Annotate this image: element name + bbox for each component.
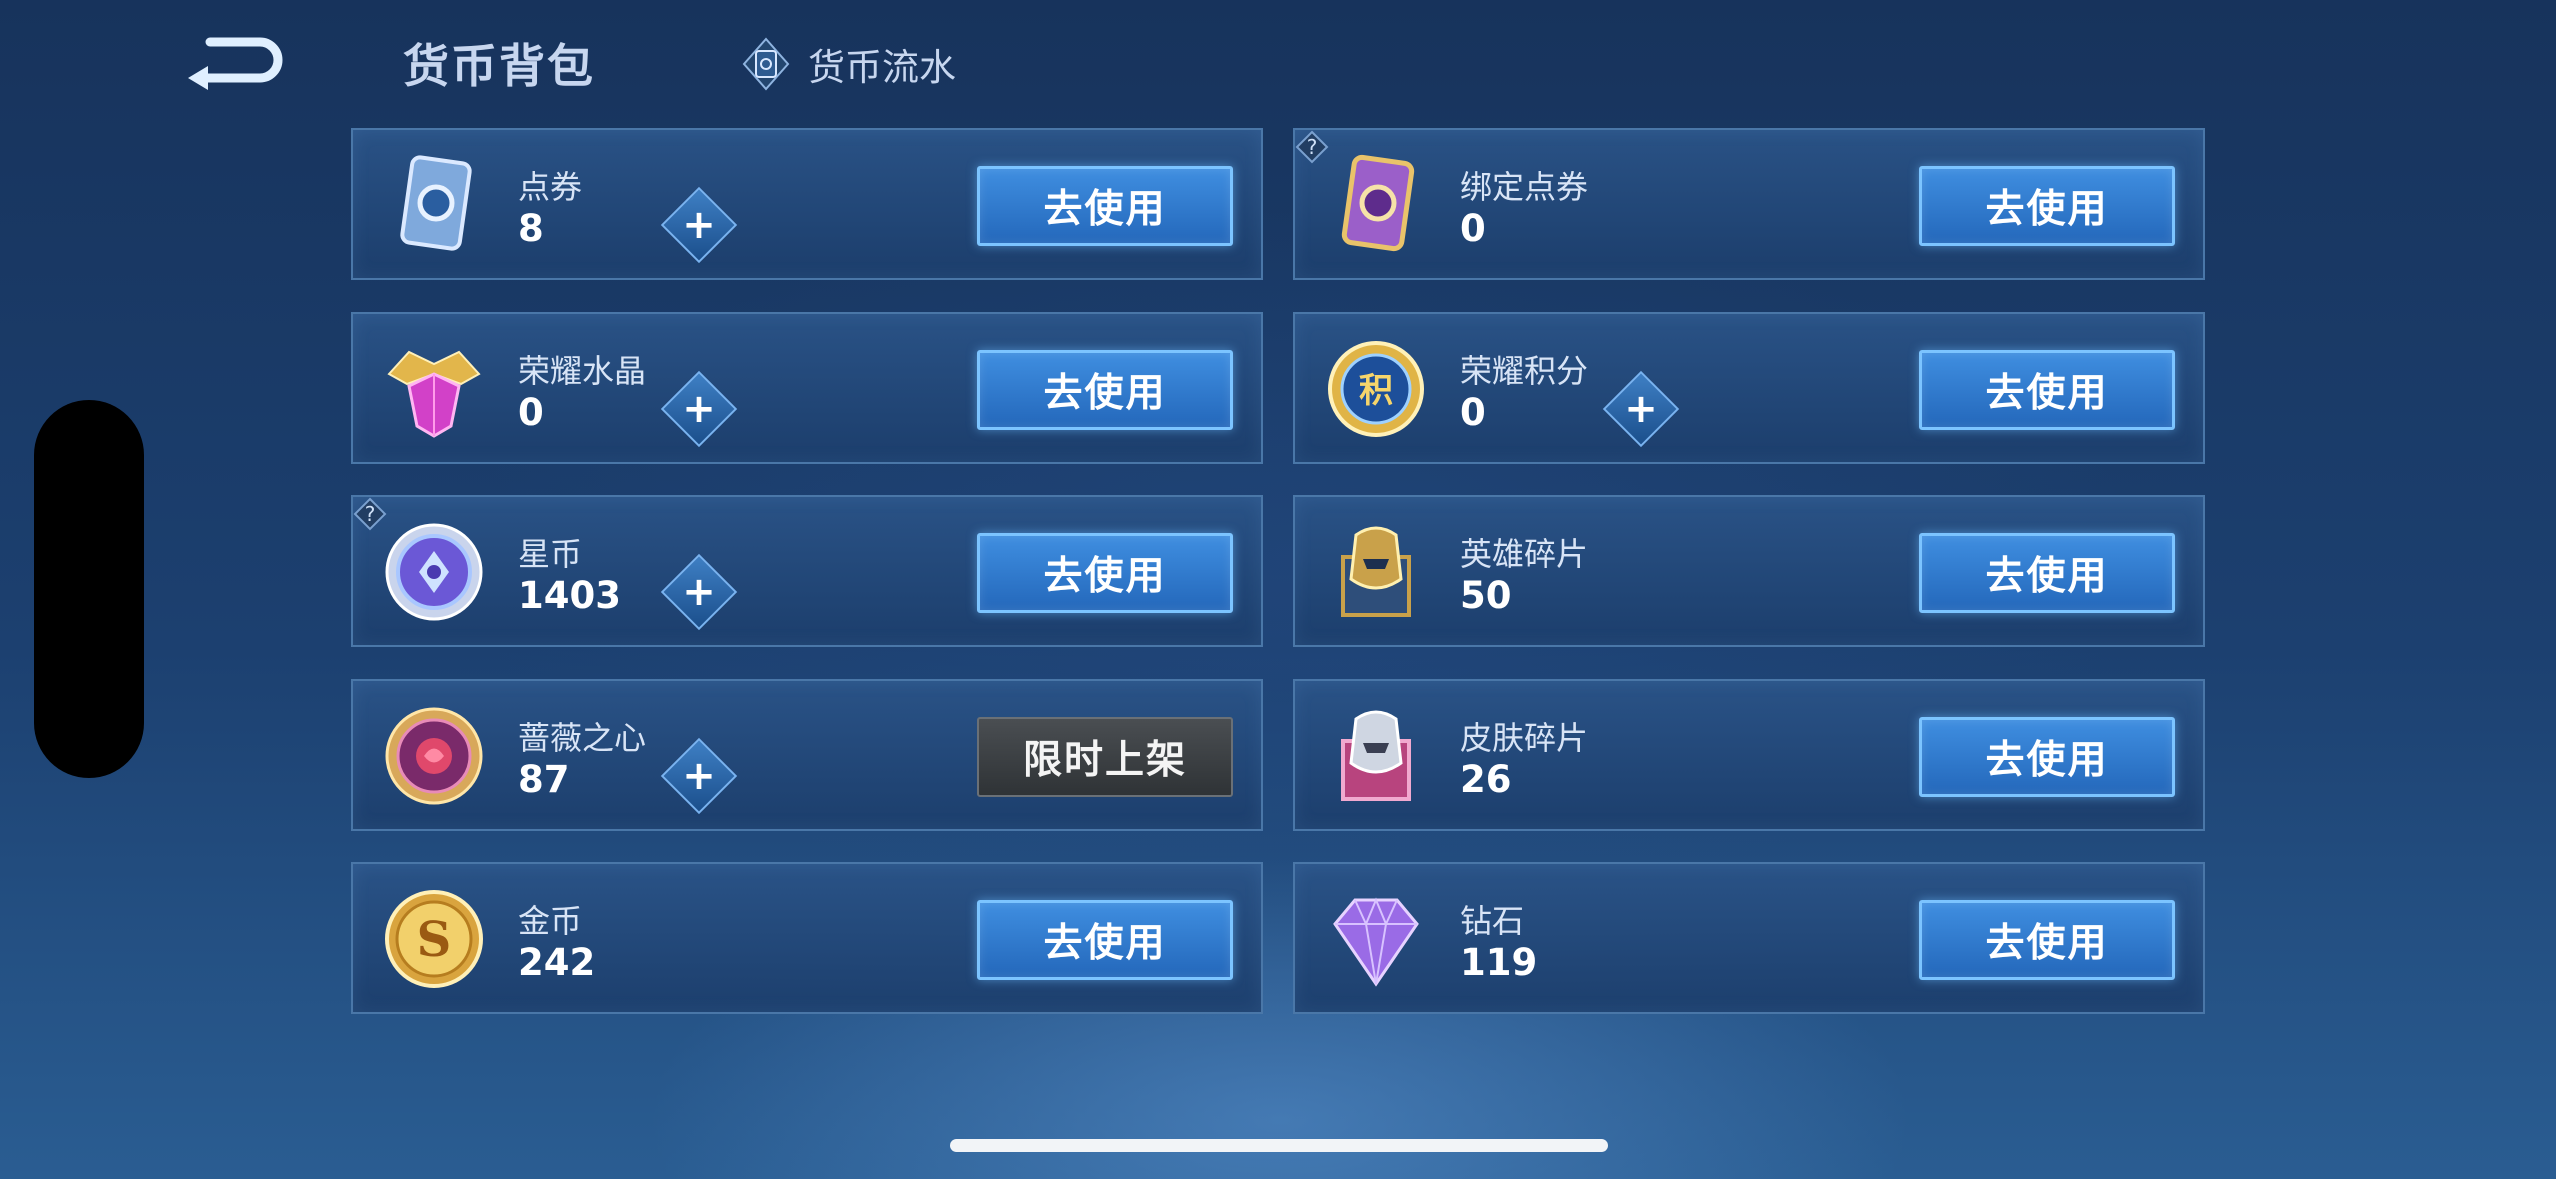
svg-text:S: S (417, 912, 452, 968)
currency-amount: 0 (518, 391, 544, 434)
currency-amount: 0 (1460, 391, 1486, 434)
tab-label: 货币流水 (808, 46, 956, 89)
currency-name: 荣耀积分 (1460, 352, 1589, 390)
currency-name: 英雄碎片 (1460, 535, 1589, 573)
currency-name: 钻石 (1460, 902, 1525, 940)
home-indicator[interactable] (950, 1139, 1608, 1152)
plus-icon[interactable]: + (660, 186, 738, 264)
currency-card-gold-coin: S 金币 242 去使用 (351, 862, 1263, 1014)
plus-icon[interactable]: + (660, 553, 738, 631)
camera-cutout (34, 400, 144, 778)
currency-name: 皮肤碎片 (1460, 719, 1589, 757)
tab-currency-flow[interactable]: 货币流水 (742, 36, 956, 92)
use-button[interactable]: 去使用 (977, 166, 1233, 246)
currency-amount: 242 (518, 941, 596, 984)
use-button[interactable]: 去使用 (1919, 533, 2175, 613)
currency-amount: 119 (1460, 941, 1538, 984)
currency-card-bound-coupon: ? 绑定点券 0 去使用 (1293, 128, 2205, 280)
currency-amount: 87 (518, 758, 570, 801)
svg-text:?: ? (365, 502, 376, 526)
use-button[interactable]: 去使用 (1919, 350, 2175, 430)
currency-name: 绑定点券 (1460, 168, 1589, 206)
currency-card-glory-points: 积 荣耀积分 0 + 去使用 (1293, 312, 2205, 464)
limited-time-button[interactable]: 限时上架 (977, 717, 1233, 797)
currency-name: 点券 (518, 168, 583, 206)
use-button[interactable]: 去使用 (1919, 166, 2175, 246)
currency-amount: 26 (1460, 758, 1512, 801)
currency-card-glory-crystal: 荣耀水晶 0 + 去使用 (351, 312, 1263, 464)
bound-coupon-icon (1341, 154, 1415, 252)
currency-amount: 0 (1460, 207, 1486, 250)
rose-heart-icon (385, 707, 483, 805)
currency-name: 荣耀水晶 (518, 352, 647, 390)
svg-text:?: ? (1307, 135, 1318, 159)
skin-shard-icon (1341, 710, 1411, 801)
use-button[interactable]: 去使用 (977, 533, 1233, 613)
page-title: 货币背包 (403, 39, 595, 93)
plus-icon[interactable]: + (660, 370, 738, 448)
currency-card-hero-shard: 英雄碎片 50 去使用 (1293, 495, 2205, 647)
svg-text:积: 积 (1359, 371, 1393, 411)
use-button[interactable]: 去使用 (1919, 900, 2175, 980)
use-button[interactable]: 去使用 (977, 900, 1233, 980)
star-coin-icon (385, 523, 483, 621)
use-button[interactable]: 去使用 (977, 350, 1233, 430)
currency-amount: 8 (518, 207, 544, 250)
currency-card-star-coin: ? 星币 1403 + 去使用 (351, 495, 1263, 647)
currency-card-diamond: 钻石 119 去使用 (1293, 862, 2205, 1014)
plus-icon[interactable]: + (1602, 370, 1680, 448)
currency-card-coupon: 点券 8 + 去使用 (351, 128, 1263, 280)
diamond-icon (1333, 897, 1419, 987)
coupon-icon (400, 155, 472, 251)
currency-name: 星币 (518, 535, 583, 573)
hero-shard-icon (1341, 526, 1411, 617)
ticket-icon (742, 37, 790, 91)
back-arrow-icon[interactable] (180, 28, 288, 94)
gold-coin-icon: S (385, 890, 483, 988)
currency-name: 蔷薇之心 (518, 719, 647, 757)
use-button[interactable]: 去使用 (1919, 717, 2175, 797)
currency-amount: 1403 (518, 574, 621, 617)
currency-card-rose-heart: 蔷薇之心 87 + 限时上架 (351, 679, 1263, 831)
crystal-icon (387, 350, 481, 438)
plus-icon[interactable]: + (660, 737, 738, 815)
currency-amount: 50 (1460, 574, 1512, 617)
glory-points-icon: 积 (1328, 341, 1424, 437)
currency-name: 金币 (518, 902, 583, 940)
currency-card-skin-shard: 皮肤碎片 26 去使用 (1293, 679, 2205, 831)
